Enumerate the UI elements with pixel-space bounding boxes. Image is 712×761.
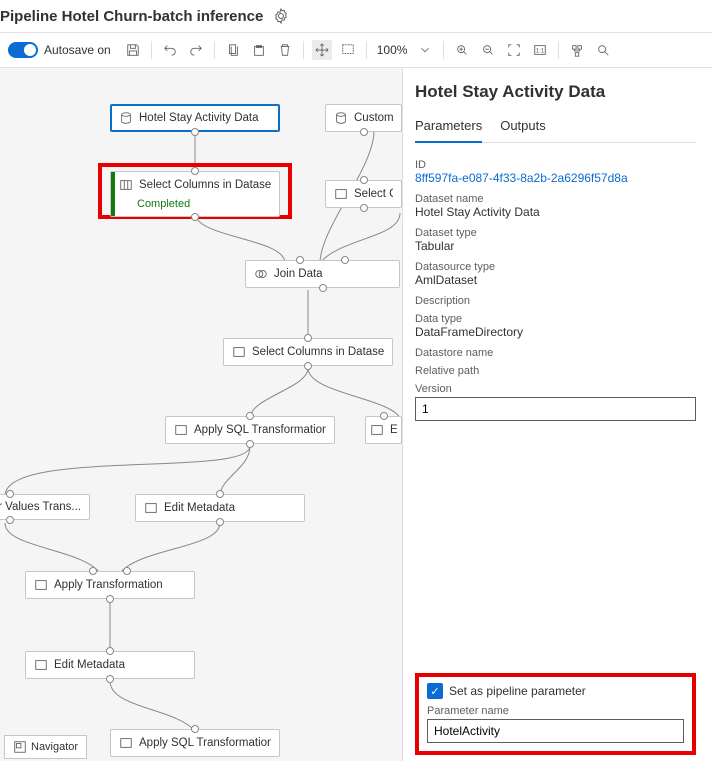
node-edit-metadata-cut[interactable]: Edit M xyxy=(365,416,402,444)
node-apply-sql-1[interactable]: Apply SQL Transformation xyxy=(165,416,335,444)
node-label: Hotel Stay Activity Data xyxy=(139,112,259,124)
chevron-down-icon[interactable] xyxy=(415,40,435,60)
node-join-data[interactable]: Join Data xyxy=(245,260,400,288)
node-select-columns-1[interactable]: Select Columns in Dataset Completed xyxy=(110,171,280,217)
node-label: Select Columns in Dataset xyxy=(139,179,271,191)
node-label: Select Colum xyxy=(354,188,393,200)
node-indicator-values[interactable]: tor Values Trans... xyxy=(0,494,90,520)
node-hotel-stay-activity[interactable]: Hotel Stay Activity Data xyxy=(110,104,280,132)
label-id: ID xyxy=(415,159,696,171)
navigator-icon xyxy=(13,740,27,754)
autosave-toggle[interactable] xyxy=(8,42,38,58)
node-label: Join Data xyxy=(274,268,323,280)
search-icon[interactable] xyxy=(593,40,613,60)
zoom-out-icon[interactable] xyxy=(478,40,498,60)
module-icon xyxy=(119,736,133,750)
node-label: Edit M xyxy=(390,424,397,436)
node-apply-transformation[interactable]: Apply Transformation xyxy=(25,571,195,599)
redo-icon xyxy=(186,40,206,60)
value-data-type: DataFrameDirectory xyxy=(415,325,696,339)
module-icon xyxy=(334,187,348,201)
module-icon xyxy=(144,501,158,515)
node-label: Apply Transformation xyxy=(54,579,163,591)
label-version: Version xyxy=(415,383,696,395)
label-description: Description xyxy=(415,295,696,307)
copy-icon[interactable] xyxy=(223,40,243,60)
undo-icon xyxy=(160,40,180,60)
value-id[interactable]: 8ff597fa-e087-4f33-8a2b-2a6296f57d8a xyxy=(415,171,696,185)
zoom-in-icon[interactable] xyxy=(452,40,472,60)
paste-icon[interactable] xyxy=(249,40,269,60)
tab-parameters[interactable]: Parameters xyxy=(415,114,482,143)
zoom-level: 100% xyxy=(375,43,410,57)
module-icon xyxy=(370,423,384,437)
module-icon xyxy=(119,178,133,192)
pipeline-title: Pipeline Hotel Churn-batch inference xyxy=(0,8,271,25)
label-data-type: Data type xyxy=(415,313,696,325)
set-parameter-label: Set as pipeline parameter xyxy=(449,684,586,698)
parameter-name-input[interactable] xyxy=(427,719,684,743)
pan-icon[interactable] xyxy=(312,40,332,60)
version-input[interactable] xyxy=(415,397,696,421)
fit-screen-icon[interactable] xyxy=(504,40,524,60)
module-icon xyxy=(232,345,246,359)
label-relative-path: Relative path xyxy=(415,365,696,377)
toolbar: Autosave on 100% 1:1 xyxy=(0,32,712,68)
node-label: Customer Dat xyxy=(354,112,393,124)
autolayout-icon[interactable] xyxy=(567,40,587,60)
delete-icon[interactable] xyxy=(275,40,295,60)
node-label: tor Values Trans... xyxy=(0,501,81,513)
gear-icon[interactable] xyxy=(271,6,291,26)
value-datasource-type: AmlDataset xyxy=(415,273,696,287)
label-dataset-name: Dataset name xyxy=(415,193,696,205)
node-edit-metadata-1[interactable]: Edit Metadata xyxy=(135,494,305,522)
label-parameter-name: Parameter name xyxy=(427,705,684,717)
properties-panel: Hotel Stay Activity Data Parameters Outp… xyxy=(402,68,712,761)
label-datastore-name: Datastore name xyxy=(415,347,696,359)
pipeline-canvas[interactable]: Hotel Stay Activity Data Customer Dat Se… xyxy=(0,68,402,761)
set-parameter-checkbox[interactable]: ✓ xyxy=(427,683,443,699)
dataset-icon xyxy=(334,111,348,125)
label-datasource-type: Datasource type xyxy=(415,261,696,273)
node-customer-data[interactable]: Customer Dat xyxy=(325,104,402,132)
node-select-columns-2[interactable]: Select Columns in Dataset xyxy=(223,338,393,366)
actual-size-icon[interactable]: 1:1 xyxy=(530,40,550,60)
module-icon xyxy=(34,658,48,672)
node-label: Edit Metadata xyxy=(54,659,125,671)
navigator-toggle[interactable]: Navigator xyxy=(4,735,87,759)
node-apply-sql-2[interactable]: Apply SQL Transformation xyxy=(110,729,280,757)
module-icon xyxy=(174,423,188,437)
tab-outputs[interactable]: Outputs xyxy=(500,114,546,142)
autosave-label: Autosave on xyxy=(44,43,111,57)
svg-text:1:1: 1:1 xyxy=(536,48,545,55)
node-label: Edit Metadata xyxy=(164,502,235,514)
label-dataset-type: Dataset type xyxy=(415,227,696,239)
save-icon[interactable] xyxy=(123,40,143,60)
node-select-columns-cut[interactable]: Select Colum xyxy=(325,180,402,208)
pipeline-parameter-section: ✓ Set as pipeline parameter Parameter na… xyxy=(415,673,696,755)
module-icon xyxy=(34,578,48,592)
navigator-label: Navigator xyxy=(31,741,78,753)
node-label: Apply SQL Transformation xyxy=(139,737,271,749)
select-icon[interactable] xyxy=(338,40,358,60)
value-dataset-name: Hotel Stay Activity Data xyxy=(415,205,696,219)
node-label: Select Columns in Dataset xyxy=(252,346,384,358)
node-edit-metadata-2[interactable]: Edit Metadata xyxy=(25,651,195,679)
value-dataset-type: Tabular xyxy=(415,239,696,253)
panel-title: Hotel Stay Activity Data xyxy=(415,82,696,102)
dataset-icon xyxy=(119,111,133,125)
module-icon xyxy=(254,267,268,281)
node-label: Apply SQL Transformation xyxy=(194,424,326,436)
